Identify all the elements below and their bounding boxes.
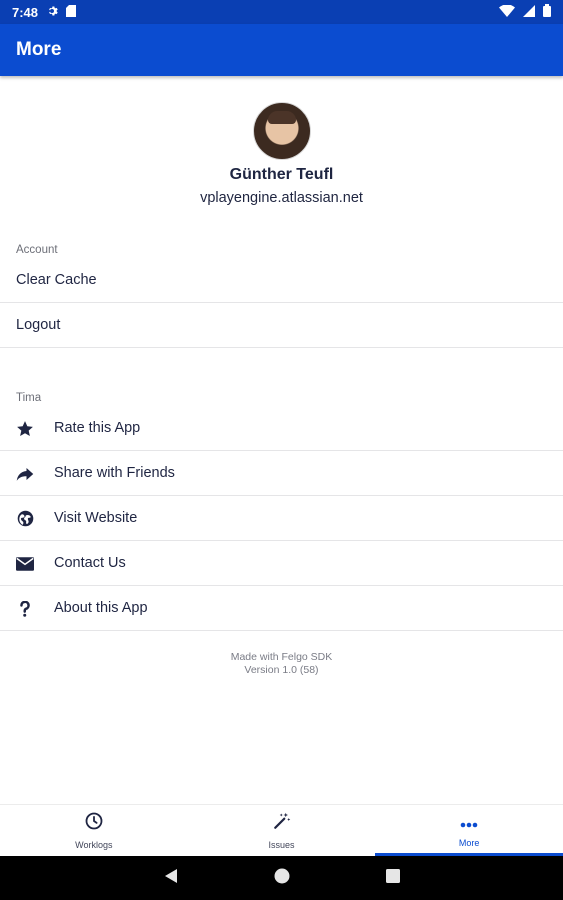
avatar: [252, 102, 311, 160]
more-dots-icon: [460, 815, 478, 833]
tab-worklogs-label: Worklogs: [75, 840, 113, 850]
clear-cache-item[interactable]: Clear Cache: [0, 259, 563, 303]
logout-label: Logout: [16, 317, 61, 334]
clock-icon: [85, 812, 103, 835]
battery-icon: [543, 4, 551, 20]
profile-header: Günther Teufl vplayengine.atlassian.net: [0, 102, 563, 206]
about-app-item[interactable]: About this App: [0, 587, 563, 631]
footer-made-with: Made with Felgo SDK: [230, 651, 333, 663]
share-item[interactable]: Share with Friends: [0, 452, 563, 496]
envelope-icon: [16, 555, 34, 573]
logout-item[interactable]: Logout: [0, 304, 563, 348]
visit-website-label: Visit Website: [54, 510, 138, 527]
visit-website-item[interactable]: Visit Website: [0, 497, 563, 541]
tab-issues[interactable]: Issues: [188, 805, 376, 857]
home-icon[interactable]: [274, 868, 290, 889]
tab-more-label: More: [458, 837, 480, 848]
contact-us-label: Contact Us: [54, 555, 126, 572]
question-icon: [16, 600, 34, 618]
settings-icon: [46, 5, 58, 20]
recents-icon[interactable]: [385, 868, 400, 888]
app-bar: More: [0, 24, 563, 76]
clear-cache-label: Clear Cache: [16, 272, 97, 289]
system-nav-bar: [0, 856, 563, 900]
status-bar: 7:48: [0, 0, 563, 24]
share-label: Share with Friends: [54, 465, 175, 482]
star-icon: [16, 420, 34, 438]
footer-note: Made with Felgo SDK Version 1.0 (58): [0, 651, 563, 677]
rate-app-item[interactable]: Rate this App: [0, 407, 563, 451]
section-label-tima: Tima: [16, 392, 42, 404]
tab-worklogs[interactable]: Worklogs: [0, 805, 188, 857]
about-app-label: About this App: [54, 600, 148, 617]
magic-wand-icon: [273, 812, 291, 835]
sd-card-icon: [66, 4, 77, 20]
rate-app-label: Rate this App: [54, 420, 141, 437]
tab-issues-label: Issues: [268, 840, 295, 850]
section-label-account: Account: [16, 244, 58, 256]
contact-us-item[interactable]: Contact Us: [0, 542, 563, 586]
status-time: 7:48: [12, 4, 39, 20]
page-title: More: [16, 39, 62, 60]
tab-more[interactable]: More: [375, 805, 563, 857]
back-icon[interactable]: [164, 868, 178, 889]
user-name: Günther Teufl: [229, 166, 334, 183]
status-left: 7:48: [12, 4, 77, 20]
bottom-tab-bar: Worklogs Issues More: [0, 804, 563, 857]
status-right: [499, 3, 551, 20]
globe-icon: [16, 510, 34, 528]
user-site: vplayengine.atlassian.net: [200, 190, 363, 206]
footer-version: Version 1.0 (58): [244, 664, 319, 676]
wifi-icon: [499, 3, 515, 20]
signal-icon: [523, 4, 535, 20]
share-icon: [16, 465, 34, 483]
